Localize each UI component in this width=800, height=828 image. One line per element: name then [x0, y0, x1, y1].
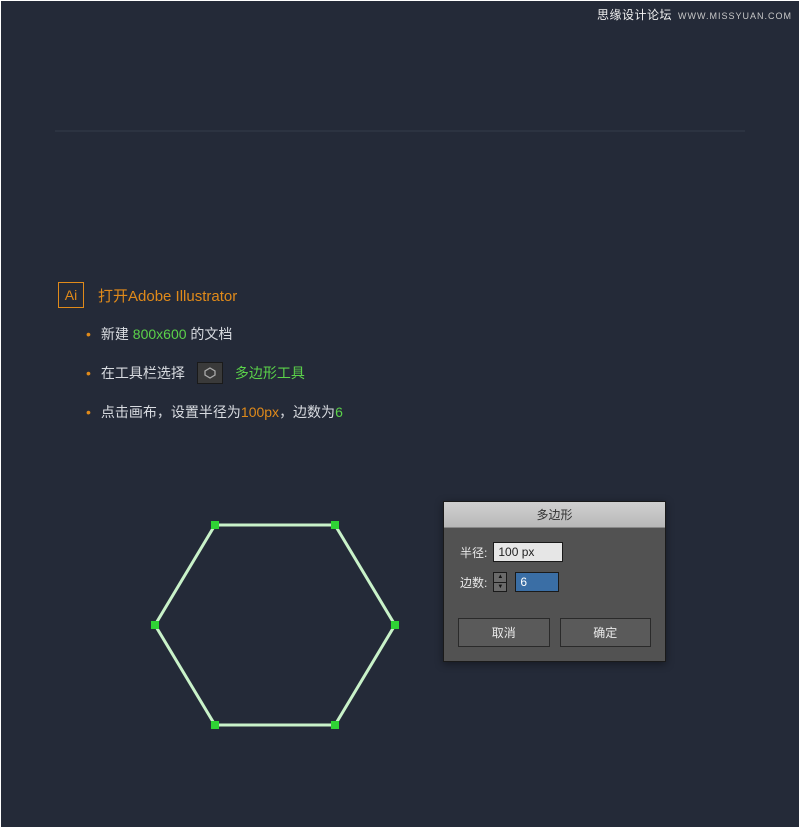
- title: 打开Adobe Illustrator: [98, 285, 237, 306]
- cancel-button[interactable]: 取消: [458, 618, 550, 647]
- bullet-3: • 点击画布，设置半径为100px，边数为6: [86, 402, 343, 422]
- polygon-tool-icon: [197, 362, 223, 384]
- radius-row: 半径: 100 px: [460, 542, 649, 562]
- anchor-point: [391, 621, 399, 629]
- radius-input[interactable]: 100 px: [493, 542, 563, 562]
- bullet-1: • 新建 800x600 的文档: [86, 324, 343, 344]
- bullet-3-pre: 点击画布，设置半径为: [101, 404, 241, 420]
- watermark: 思缘设计论坛 WWW.MISSYUAN.COM: [597, 6, 792, 23]
- hexagon-anchors: [151, 521, 399, 729]
- bullet-list: • 新建 800x600 的文档 • 在工具栏选择 多边形工具 •: [58, 324, 343, 422]
- dialog-body: 半径: 100 px 边数: ▲ ▼ 6: [444, 528, 665, 612]
- anchor-point: [151, 621, 159, 629]
- dialog-buttons: 取消 确定: [444, 612, 665, 661]
- bullet-3-sides: 6: [335, 404, 343, 420]
- bullet-2-pre: 在工具栏选择: [101, 363, 185, 383]
- stepper-up-icon[interactable]: ▲: [494, 573, 506, 583]
- title-row: Ai 打开Adobe Illustrator: [58, 282, 343, 308]
- bullet-3-radius: 100px: [241, 404, 279, 420]
- stepper-down-icon[interactable]: ▼: [494, 583, 506, 592]
- watermark-url: WWW.MISSYUAN.COM: [678, 11, 792, 21]
- sides-row: 边数: ▲ ▼ 6: [460, 572, 649, 592]
- hexagon-svg: [150, 495, 400, 755]
- bullet-3-mid: ，边数为: [279, 404, 335, 420]
- bullet-1-dim: 800x600: [133, 326, 187, 342]
- hexagon-preview: [150, 495, 400, 755]
- anchor-point: [331, 521, 339, 529]
- bullet-2: • 在工具栏选择 多边形工具: [86, 362, 343, 384]
- bullet-2-tool: 多边形工具: [235, 363, 305, 383]
- dialog-title: 多边形: [444, 502, 665, 528]
- bullet-dot-icon: •: [86, 366, 91, 380]
- polygon-dialog: 多边形 半径: 100 px 边数: ▲ ▼ 6 取消 确定: [443, 501, 666, 662]
- sides-label: 边数:: [460, 574, 487, 591]
- bullet-dot-icon: •: [86, 405, 91, 419]
- anchor-point: [211, 521, 219, 529]
- instruction-block: Ai 打开Adobe Illustrator • 新建 800x600 的文档 …: [58, 282, 343, 440]
- anchor-point: [211, 721, 219, 729]
- section-divider: [55, 130, 745, 132]
- ok-button[interactable]: 确定: [560, 618, 652, 647]
- watermark-cn: 思缘设计论坛: [597, 6, 672, 23]
- sides-stepper[interactable]: ▲ ▼: [493, 572, 507, 592]
- sides-input[interactable]: 6: [515, 572, 559, 592]
- ai-icon-label: Ai: [65, 287, 77, 303]
- anchor-point: [331, 721, 339, 729]
- bullet-dot-icon: •: [86, 327, 91, 341]
- bullet-1-post: 的文档: [190, 326, 232, 342]
- hexagon-shape: [155, 525, 395, 725]
- adobe-illustrator-icon: Ai: [58, 282, 84, 308]
- radius-label: 半径:: [460, 544, 487, 561]
- bullet-1-pre: 新建: [101, 326, 129, 342]
